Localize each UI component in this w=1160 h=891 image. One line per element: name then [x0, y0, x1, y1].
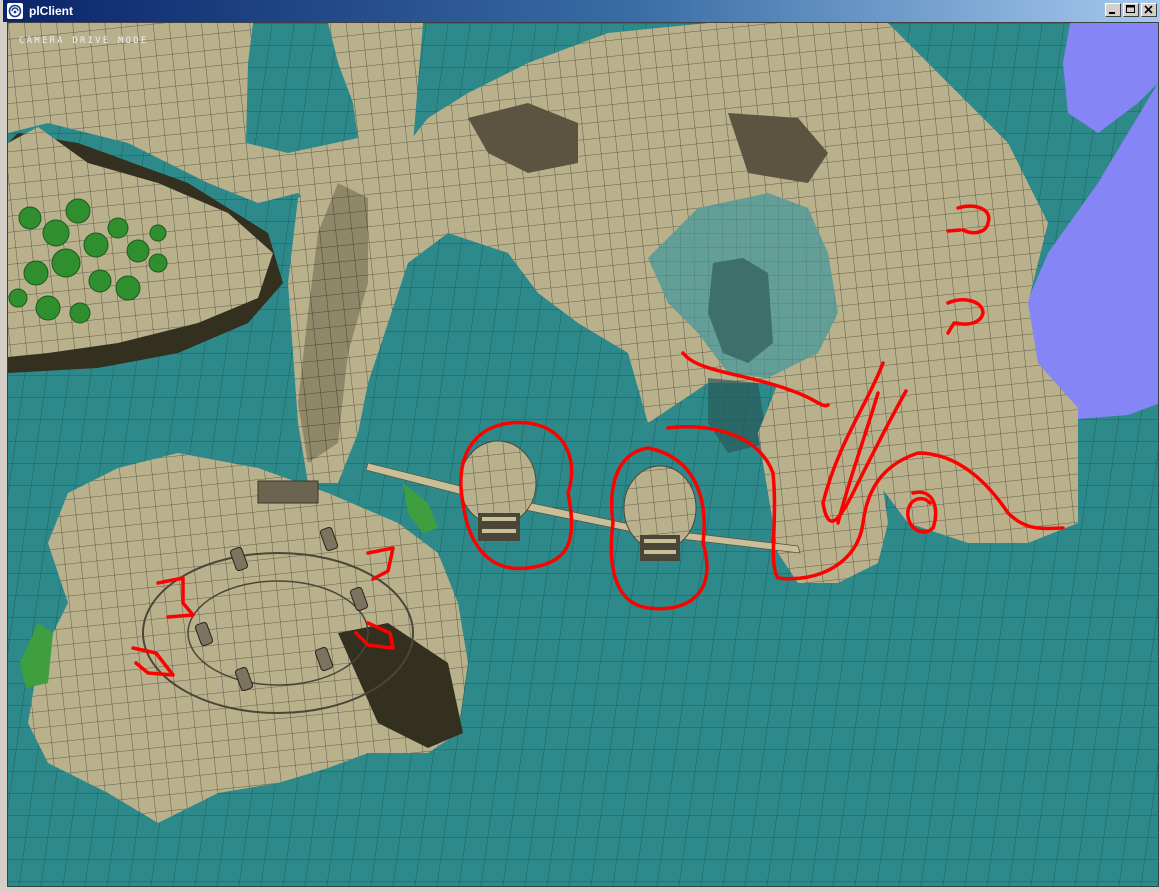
window-title: plClient — [29, 4, 73, 18]
plasma-client-icon — [7, 3, 23, 19]
title-bar[interactable]: plClient — [3, 0, 1160, 22]
minimize-button[interactable] — [1105, 3, 1121, 17]
arena-gate — [257, 480, 319, 504]
maximize-button[interactable] — [1123, 3, 1139, 17]
app-window: plClient CAMERA DRIVE MODE — [0, 0, 1160, 891]
maximize-icon — [1126, 5, 1135, 13]
minimize-icon — [1109, 12, 1115, 14]
camera-mode-label: CAMERA DRIVE MODE — [19, 36, 149, 46]
game-viewport[interactable]: CAMERA DRIVE MODE — [7, 22, 1159, 887]
close-button[interactable] — [1141, 3, 1157, 17]
close-icon — [1144, 5, 1153, 14]
scene-render — [8, 23, 1158, 886]
window-controls — [1103, 3, 1157, 17]
